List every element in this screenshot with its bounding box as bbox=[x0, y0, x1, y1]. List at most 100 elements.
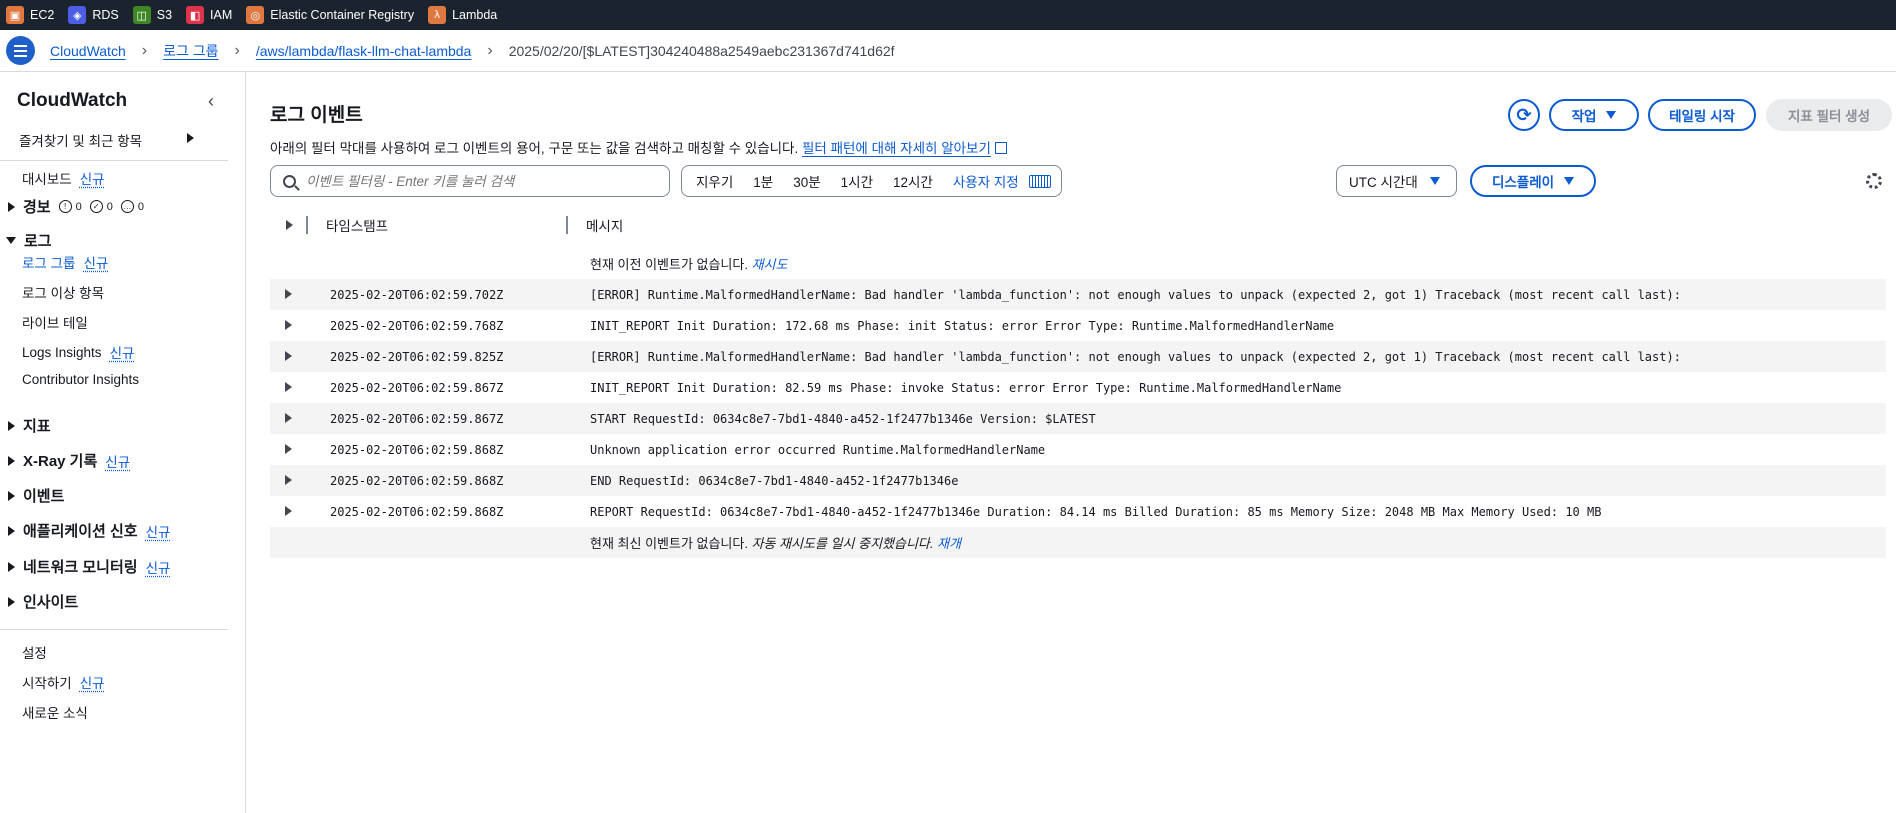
expand-all-icon[interactable] bbox=[286, 220, 293, 230]
table-row[interactable]: 2025-02-20T06:02:59.702Z [ERROR] Runtime… bbox=[270, 279, 1886, 310]
create-metric-filter-button[interactable]: 지표 필터 생성 bbox=[1766, 99, 1892, 131]
sidebar-item-contributor-insights[interactable]: Contributor Insights bbox=[22, 372, 139, 387]
sidebar-section-events[interactable]: 이벤트 bbox=[8, 485, 64, 506]
ellipsis-circle-icon: … bbox=[120, 200, 134, 213]
service-label: Lambda bbox=[452, 8, 498, 22]
range-custom[interactable]: 사용자 지정 bbox=[943, 171, 1029, 191]
event-message: START RequestId: 0634c8e7-7bd1-4840-a452… bbox=[590, 411, 1096, 426]
sidebar-item-label: 즐겨찾기 및 최근 항목 bbox=[19, 134, 143, 149]
alarm-count: 0 bbox=[137, 200, 144, 213]
caret-right-icon bbox=[8, 420, 15, 431]
check-circle-icon: ✓ bbox=[89, 200, 103, 213]
sidebar-divider bbox=[0, 629, 228, 630]
button-label: 테일링 시작 bbox=[1669, 109, 1735, 124]
service-ecr[interactable]: ◎ Elastic Container Registry bbox=[246, 6, 414, 24]
service-lambda[interactable]: λ Lambda bbox=[428, 6, 497, 24]
column-header-message[interactable]: 메시지 bbox=[586, 215, 623, 235]
expand-row-icon[interactable] bbox=[270, 474, 310, 488]
sidebar-item-getting-started[interactable]: 시작하기 신규 bbox=[22, 672, 105, 692]
new-badge: 신규 bbox=[105, 454, 131, 470]
no-older-events-row: 현재 이전 이벤트가 없습니다. 재시도 bbox=[270, 248, 1886, 279]
expand-row-icon[interactable] bbox=[270, 505, 310, 519]
expand-row-icon[interactable] bbox=[270, 381, 310, 395]
caret-right-icon bbox=[8, 525, 15, 536]
breadcrumb-current: 2025/02/20/[$LATEST]304240488a2549aebc23… bbox=[508, 42, 895, 59]
sidebar-section-label: 이벤트 bbox=[23, 488, 65, 505]
search-input[interactable] bbox=[306, 173, 646, 189]
table-row[interactable]: 2025-02-20T06:02:59.768Z INIT_REPORT Ini… bbox=[270, 310, 1886, 341]
caret-right-icon bbox=[8, 596, 15, 607]
expand-row-icon[interactable] bbox=[270, 350, 310, 364]
table-row[interactable]: 2025-02-20T06:02:59.868Z END RequestId: … bbox=[270, 465, 1886, 496]
table-row[interactable]: 2025-02-20T06:02:59.825Z [ERROR] Runtime… bbox=[270, 341, 1886, 372]
sidebar-item-log-anomalies[interactable]: 로그 이상 항목 bbox=[22, 282, 104, 302]
sidebar-section-metrics[interactable]: 지표 bbox=[8, 415, 51, 436]
sidebar-item-log-groups[interactable]: 로그 그룹 신규 bbox=[22, 252, 108, 272]
sidebar-section-label: 로그 bbox=[24, 233, 52, 250]
sidebar-item-live-tail[interactable]: 라이브 테일 bbox=[22, 312, 88, 332]
service-s3[interactable]: ◫ S3 bbox=[132, 6, 172, 24]
expand-row-icon[interactable] bbox=[270, 319, 310, 333]
column-divider[interactable] bbox=[566, 216, 568, 234]
table-row[interactable]: 2025-02-20T06:02:59.868Z REPORT RequestI… bbox=[270, 496, 1886, 527]
sidebar-item-whats-new[interactable]: 새로운 소식 bbox=[22, 702, 88, 722]
sidebar-item-favorites[interactable]: 즐겨찾기 및 최근 항목 bbox=[19, 130, 194, 150]
event-message: Unknown application error occurred Runti… bbox=[590, 442, 1046, 457]
sidebar-item-logs-insights[interactable]: Logs Insights 신규 bbox=[22, 342, 134, 362]
expand-row-icon[interactable] bbox=[270, 412, 310, 426]
range-30m[interactable]: 30분 bbox=[783, 171, 830, 191]
range-clear[interactable]: 지우기 bbox=[686, 171, 743, 191]
resume-link[interactable]: 재개 bbox=[937, 536, 961, 551]
sidebar-section-label: X-Ray 기록 bbox=[23, 453, 98, 470]
sidebar-section-label: 경보 bbox=[23, 199, 51, 216]
no-newer-events-text: 현재 최신 이벤트가 없습니다. 자동 재시도를 일시 중지했습니다. 재개 bbox=[270, 533, 961, 552]
start-tailing-button[interactable]: 테일링 시작 bbox=[1648, 99, 1756, 131]
expand-row-icon[interactable] bbox=[270, 443, 310, 457]
sidebar-section-app-signals[interactable]: 애플리케이션 신호 신규 bbox=[8, 520, 170, 541]
alarm-count: 0 bbox=[75, 200, 82, 213]
breadcrumb-log-groups[interactable]: 로그 그룹 bbox=[163, 41, 218, 61]
sidebar-item-settings[interactable]: 설정 bbox=[22, 642, 47, 662]
sidebar-section-alarms[interactable]: 경보 ! 0 ✓ 0 … 0 bbox=[8, 196, 144, 217]
event-message: INIT_REPORT Init Duration: 172.68 ms Pha… bbox=[590, 318, 1335, 333]
chevron-right-icon: › bbox=[141, 41, 148, 59]
caret-down-icon bbox=[1564, 177, 1575, 185]
page-title: 로그 이벤트 bbox=[270, 105, 363, 126]
column-header-timestamp[interactable]: 타임스탬프 bbox=[326, 215, 566, 235]
sidebar-section-insights[interactable]: 인사이트 bbox=[8, 591, 78, 612]
breadcrumb-log-group[interactable]: /aws/lambda/flask-llm-chat-lambda bbox=[256, 43, 472, 59]
actions-button[interactable]: 작업 bbox=[1549, 99, 1639, 131]
display-button[interactable]: 디스플레이 bbox=[1470, 165, 1596, 197]
service-ec2[interactable]: ▣ EC2 bbox=[6, 6, 54, 24]
new-badge: 신규 bbox=[83, 256, 109, 271]
column-divider[interactable] bbox=[306, 216, 308, 234]
range-1h[interactable]: 1시간 bbox=[831, 171, 883, 191]
learn-more-link[interactable]: 필터 패턴에 대해 자세히 알아보기 bbox=[802, 141, 1007, 156]
table-row[interactable]: 2025-02-20T06:02:59.867Z INIT_REPORT Ini… bbox=[270, 372, 1886, 403]
sidebar-section-logs[interactable]: 로그 bbox=[6, 230, 52, 251]
range-1m[interactable]: 1분 bbox=[743, 171, 783, 191]
table-row[interactable]: 2025-02-20T06:02:59.868Z Unknown applica… bbox=[270, 434, 1886, 465]
timezone-select[interactable]: UTC 시간대 bbox=[1336, 165, 1457, 197]
sidebar-section-network-monitoring[interactable]: 네트워크 모니터링 신규 bbox=[8, 556, 170, 577]
sidebar-item-label: 로그 이상 항목 bbox=[22, 286, 105, 301]
retry-link[interactable]: 재시도 bbox=[752, 257, 788, 272]
collapse-sidebar-icon[interactable]: ‹ bbox=[208, 91, 214, 112]
range-12h[interactable]: 12시간 bbox=[883, 171, 943, 191]
menu-button[interactable] bbox=[6, 36, 35, 65]
service-rds[interactable]: ◈ RDS bbox=[68, 6, 119, 24]
sidebar-section-label: 인사이트 bbox=[23, 594, 79, 611]
sidebar-section-xray[interactable]: X-Ray 기록 신규 bbox=[8, 450, 130, 471]
table-row[interactable]: 2025-02-20T06:02:59.867Z START RequestId… bbox=[270, 403, 1886, 434]
alarm-count: 0 bbox=[106, 200, 113, 213]
sidebar-section-label: 지표 bbox=[23, 418, 51, 435]
gear-icon[interactable] bbox=[1866, 173, 1882, 189]
sidebar-item-dashboard[interactable]: 대시보드 신규 bbox=[22, 168, 105, 188]
event-filter-search[interactable] bbox=[270, 165, 670, 197]
caret-right-icon bbox=[8, 201, 15, 212]
search-icon bbox=[283, 174, 296, 188]
expand-row-icon[interactable] bbox=[270, 288, 310, 302]
refresh-button[interactable]: ⟳ bbox=[1508, 99, 1540, 131]
breadcrumb-cloudwatch[interactable]: CloudWatch bbox=[50, 43, 126, 59]
service-iam[interactable]: ◧ IAM bbox=[186, 6, 232, 24]
